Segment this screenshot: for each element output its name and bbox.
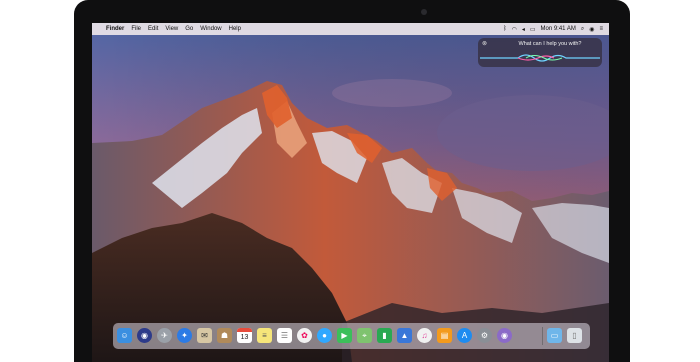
siri-menu-icon[interactable]: ◉ <box>589 26 594 33</box>
mail-icon[interactable]: ✉ <box>197 328 212 343</box>
siri-icon[interactable]: ◉ <box>137 328 152 343</box>
siri-waveform-icon <box>480 54 600 62</box>
dock: ☺ ◉ ✈ ✦ ✉ ☗ 13 ≡ ☰ ✿ ● ▶ ⌖ ▮ ▲ ♫ ▤ A ⚙ ◉… <box>113 323 590 349</box>
menu-edit[interactable]: Edit <box>148 26 158 32</box>
wifi-icon[interactable]: ◠ <box>512 26 517 33</box>
siri-dock-icon[interactable]: ◉ <box>497 328 512 343</box>
spotlight-icon[interactable]: ⌕ <box>581 26 584 33</box>
camera-icon <box>421 9 427 15</box>
desktop-screen: Finder File Edit View Go Window Help ᛒ ◠… <box>92 23 609 362</box>
menu-finder[interactable]: Finder <box>106 26 124 32</box>
messages-icon[interactable]: ● <box>317 328 332 343</box>
menu-bar: Finder File Edit View Go Window Help ᛒ ◠… <box>92 23 609 35</box>
menu-help[interactable]: Help <box>229 26 241 32</box>
photos-icon[interactable]: ✿ <box>297 328 312 343</box>
finder-icon[interactable]: ☺ <box>117 328 132 343</box>
app-store-icon[interactable]: A <box>457 328 472 343</box>
dock-divider <box>542 327 543 345</box>
downloads-folder-icon[interactable]: ▭ <box>547 328 562 343</box>
volume-icon[interactable]: ◂ <box>522 26 525 33</box>
notes-icon[interactable]: ≡ <box>257 328 272 343</box>
calendar-icon[interactable]: 13 <box>237 328 252 343</box>
close-icon[interactable]: ⊗ <box>482 40 487 47</box>
launchpad-icon[interactable]: ✈ <box>157 328 172 343</box>
battery-icon[interactable]: ▭ <box>530 26 536 33</box>
menu-file[interactable]: File <box>131 26 141 32</box>
menu-go[interactable]: Go <box>185 26 193 32</box>
desktop-wallpaper <box>92 23 609 362</box>
siri-prompt: What can I help you with? <box>518 41 582 47</box>
menu-clock[interactable]: Mon 9:41 AM <box>541 26 576 32</box>
calendar-header <box>237 328 252 332</box>
system-preferences-icon[interactable]: ⚙ <box>477 328 492 343</box>
keynote-icon[interactable]: ▲ <box>397 328 412 343</box>
bluetooth-icon[interactable]: ᛒ <box>503 26 507 32</box>
status-area: ᛒ ◠ ◂ ▭ Mon 9:41 AM ⌕ ◉ ≡ <box>498 26 609 33</box>
maps-icon[interactable]: ⌖ <box>357 328 372 343</box>
facetime-icon[interactable]: ▶ <box>337 328 352 343</box>
trash-icon[interactable]: ▯ <box>567 328 582 343</box>
notification-center-icon[interactable]: ≡ <box>599 26 603 32</box>
contacts-icon[interactable]: ☗ <box>217 328 232 343</box>
ibooks-icon[interactable]: ▤ <box>437 328 452 343</box>
menu-view[interactable]: View <box>165 26 178 32</box>
menu-window[interactable]: Window <box>200 26 221 32</box>
calendar-day: 13 <box>240 333 249 341</box>
itunes-icon[interactable]: ♫ <box>417 328 432 343</box>
siri-panel: ⊗ What can I help you with? <box>478 38 602 67</box>
reminders-icon[interactable]: ☰ <box>277 328 292 343</box>
safari-icon[interactable]: ✦ <box>177 328 192 343</box>
numbers-icon[interactable]: ▮ <box>377 328 392 343</box>
